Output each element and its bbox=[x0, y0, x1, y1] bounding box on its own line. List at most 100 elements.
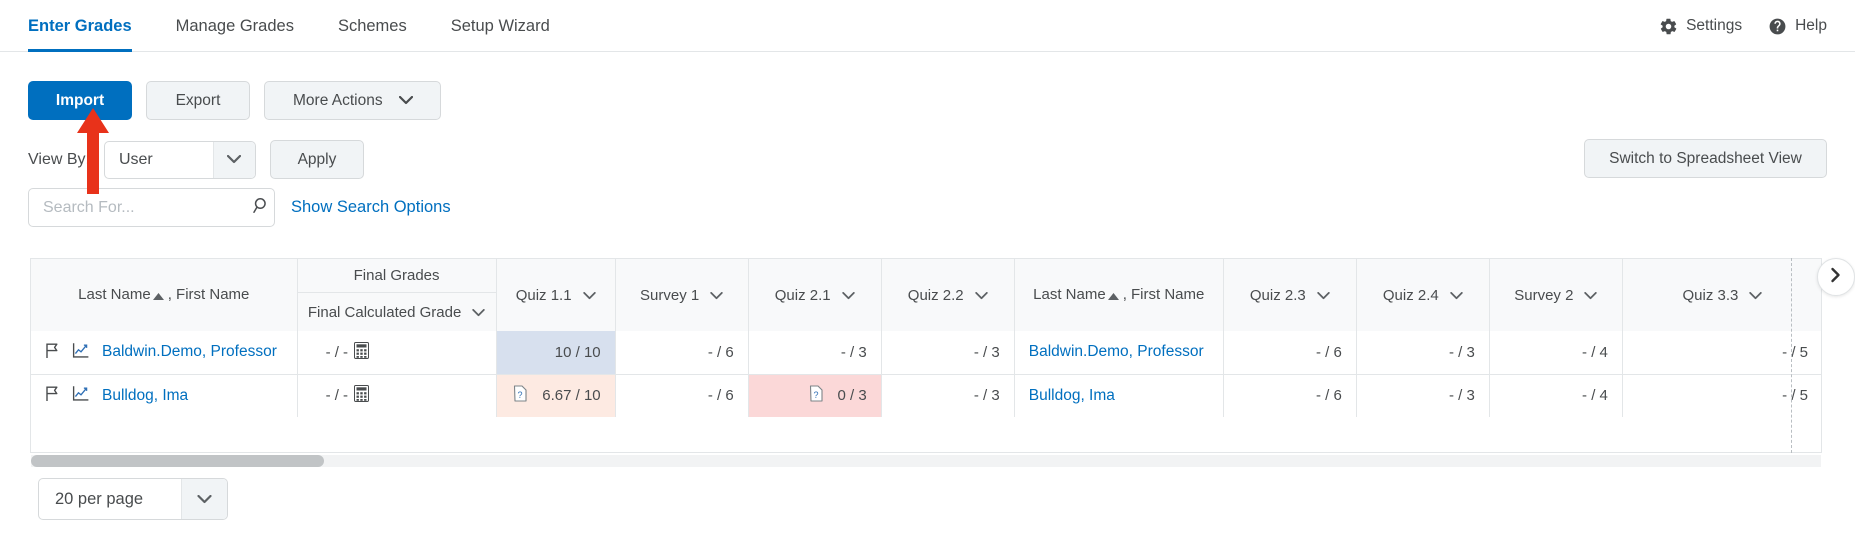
per-page-select[interactable]: 20 per page bbox=[38, 478, 228, 520]
grade-cell-quiz-2-1[interactable]: - / 3 bbox=[748, 331, 882, 374]
flag-icon[interactable] bbox=[45, 342, 60, 363]
grade-value: - / 6 bbox=[707, 387, 734, 405]
import-button-label: Import bbox=[55, 91, 105, 109]
grade-value: - / 3 bbox=[973, 343, 1000, 361]
ungraded-question-icon[interactable]: ? bbox=[809, 385, 824, 406]
horizontal-scrollbar-thumb[interactable] bbox=[31, 455, 324, 467]
student-name-link[interactable]: Baldwin.Demo, Professor bbox=[102, 343, 277, 361]
survey-1-label: Survey 1 bbox=[640, 286, 700, 304]
more-actions-label: More Actions bbox=[293, 91, 383, 109]
tab-schemes-label: Schemes bbox=[337, 16, 407, 35]
column-header-survey-1[interactable]: Survey 1 bbox=[615, 259, 749, 331]
student-name-link[interactable]: Bulldog, Ima bbox=[1029, 387, 1115, 404]
grade-cell-quiz-3-3[interactable]: - / 5 bbox=[1622, 331, 1821, 374]
grade-cell-quiz-2-3[interactable]: - / 6 bbox=[1223, 331, 1357, 374]
tab-manage-grades[interactable]: Manage Grades bbox=[154, 0, 316, 52]
grade-cell-quiz-1-1[interactable]: 10 / 10 bbox=[496, 331, 616, 374]
chevron-down-icon bbox=[398, 92, 413, 110]
ungraded-question-icon[interactable]: ? bbox=[513, 385, 528, 406]
chevron-down-icon bbox=[1584, 287, 1598, 304]
grade-value: 6.67 / 10 bbox=[542, 387, 601, 405]
column-header-quiz-2-4[interactable]: Quiz 2.4 bbox=[1356, 259, 1490, 331]
grade-cell-quiz-2-3[interactable]: - / 6 bbox=[1223, 373, 1357, 417]
per-page-value: 20 per page bbox=[55, 489, 144, 508]
grade-cell-quiz-1-1[interactable]: ? 6.67 / 10 bbox=[496, 373, 616, 417]
column-header-last-name-first-name-repeat[interactable]: Last Name , First Name bbox=[1014, 259, 1224, 331]
column-header-last-name-first-name[interactable]: Last Name , First Name bbox=[31, 259, 298, 331]
grade-cell-quiz-2-4[interactable]: - / 3 bbox=[1356, 331, 1490, 374]
svg-text:?: ? bbox=[813, 390, 818, 400]
tab-setup-wizard[interactable]: Setup Wizard bbox=[429, 0, 572, 52]
svg-text:?: ? bbox=[518, 390, 523, 400]
settings-label: Settings bbox=[1686, 17, 1743, 34]
student-name-link[interactable]: Bulldog, Ima bbox=[102, 387, 188, 405]
view-by-select[interactable]: User bbox=[103, 140, 256, 179]
view-by-row: View By: User Apply bbox=[28, 140, 364, 179]
search-field-wrapper[interactable] bbox=[28, 188, 275, 227]
grade-cell-quiz-3-3[interactable]: - / 5 bbox=[1622, 373, 1821, 417]
column-header-survey-2[interactable]: Survey 2 bbox=[1489, 259, 1623, 331]
chevron-down-icon bbox=[710, 287, 723, 304]
final-grades-group-label: Final Grades bbox=[297, 259, 496, 293]
quiz-3-3-label: Quiz 3.3 bbox=[1682, 286, 1739, 304]
grade-value: - / 5 bbox=[1782, 343, 1808, 361]
column-header-quiz-2-2[interactable]: Quiz 2.2 bbox=[881, 259, 1015, 331]
column-header-quiz-2-1[interactable]: Quiz 2.1 bbox=[748, 259, 882, 331]
tab-schemes[interactable]: Schemes bbox=[316, 0, 429, 52]
show-search-options-link[interactable]: Show Search Options bbox=[291, 198, 451, 217]
final-calculated-grade-value: - / - bbox=[325, 387, 349, 405]
student-name-cell: Baldwin.Demo, Professor bbox=[31, 331, 298, 374]
student-name-cell: Bulldog, Ima bbox=[31, 373, 298, 417]
action-button-row: Import Export More Actions bbox=[28, 81, 441, 120]
grade-value: - / 6 bbox=[707, 343, 734, 361]
export-button[interactable]: Export bbox=[146, 81, 250, 120]
sort-ascending-icon bbox=[152, 287, 164, 304]
settings-button[interactable]: Settings bbox=[1659, 17, 1742, 36]
grade-cell-survey-2[interactable]: - / 4 bbox=[1489, 331, 1623, 374]
search-icon[interactable] bbox=[252, 196, 271, 220]
grade-cell-quiz-2-4[interactable]: - / 3 bbox=[1356, 373, 1490, 417]
chevron-down-icon bbox=[1317, 287, 1330, 304]
student-name-link[interactable]: Baldwin.Demo, Professor bbox=[1029, 343, 1204, 360]
horizontal-scrollbar-track[interactable] bbox=[31, 455, 1821, 467]
column-header-final-calculated-grade[interactable]: Final Calculated Grade bbox=[298, 293, 496, 331]
top-navigation-bar: Enter Grades Manage Grades Schemes Setup… bbox=[0, 0, 1855, 52]
column-header-quiz-3-3[interactable]: Quiz 3.3 bbox=[1622, 259, 1821, 331]
column-header-quiz-1-1[interactable]: Quiz 1.1 bbox=[496, 259, 616, 331]
table-row: Bulldog, Ima - / - ? 6.67 / 10 - / 6 ? 0… bbox=[31, 373, 1821, 417]
grade-cell-quiz-2-2[interactable]: - / 3 bbox=[881, 331, 1015, 374]
grade-cell-quiz-2-2[interactable]: - / 3 bbox=[881, 373, 1015, 417]
flag-icon[interactable] bbox=[45, 385, 60, 406]
grade-cell-survey-1[interactable]: - / 6 bbox=[615, 331, 749, 374]
chevron-down-icon bbox=[1749, 287, 1763, 304]
grade-chart-icon[interactable] bbox=[72, 385, 90, 406]
table-cut-off-edge bbox=[1791, 258, 1792, 453]
grade-cell-survey-1[interactable]: - / 6 bbox=[615, 373, 749, 417]
apply-button-label: Apply bbox=[297, 150, 337, 168]
column-header-quiz-2-3[interactable]: Quiz 2.3 bbox=[1223, 259, 1357, 331]
view-by-label: View By: bbox=[28, 150, 90, 168]
switch-to-spreadsheet-view-button[interactable]: Switch to Spreadsheet View bbox=[1584, 139, 1827, 178]
calculator-icon[interactable] bbox=[354, 341, 370, 363]
final-calculated-grade-label: Final Calculated Grade bbox=[307, 303, 462, 321]
tab-enter-grades-label: Enter Grades bbox=[28, 16, 132, 35]
grade-cell-survey-2[interactable]: - / 4 bbox=[1489, 373, 1623, 417]
help-button[interactable]: Help bbox=[1768, 17, 1827, 36]
sort-ascending-icon bbox=[1107, 287, 1119, 304]
export-button-label: Export bbox=[175, 91, 221, 109]
more-actions-button[interactable]: More Actions bbox=[264, 81, 441, 120]
grade-chart-icon[interactable] bbox=[72, 342, 90, 363]
grade-value: 10 / 10 bbox=[554, 343, 601, 361]
grade-value: - / 6 bbox=[1315, 387, 1342, 405]
chevron-down-icon bbox=[974, 287, 988, 304]
final-calculated-grade-value: - / - bbox=[325, 343, 349, 361]
apply-button[interactable]: Apply bbox=[269, 140, 364, 179]
import-button[interactable]: Import bbox=[28, 81, 132, 120]
scroll-right-button[interactable] bbox=[1817, 258, 1855, 296]
quiz-2-2-label: Quiz 2.2 bbox=[907, 286, 964, 304]
search-input[interactable] bbox=[41, 197, 252, 218]
grade-cell-quiz-2-1[interactable]: ? 0 / 3 bbox=[748, 373, 882, 417]
chevron-down-icon bbox=[1450, 287, 1463, 304]
tab-enter-grades[interactable]: Enter Grades bbox=[28, 0, 154, 52]
calculator-icon[interactable] bbox=[354, 385, 370, 406]
